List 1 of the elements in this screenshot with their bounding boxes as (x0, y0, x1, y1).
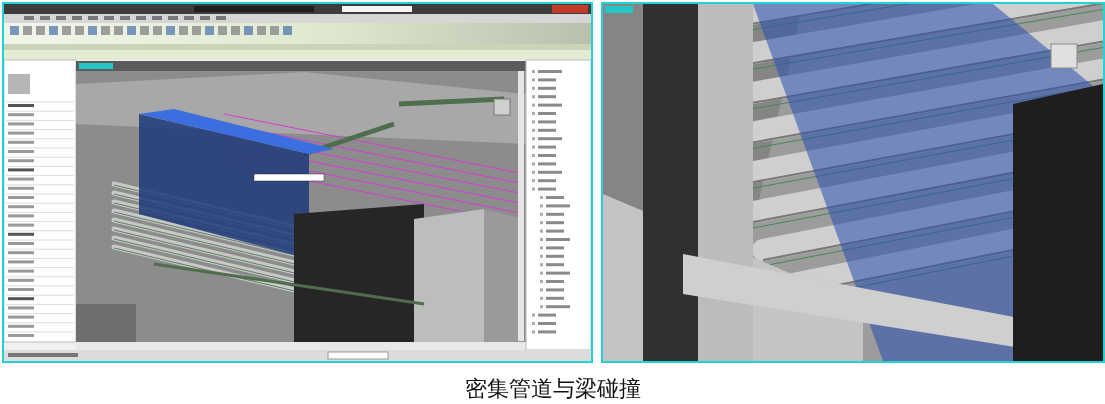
figure-caption: 密集管道与梁碰撞 (464, 375, 641, 403)
